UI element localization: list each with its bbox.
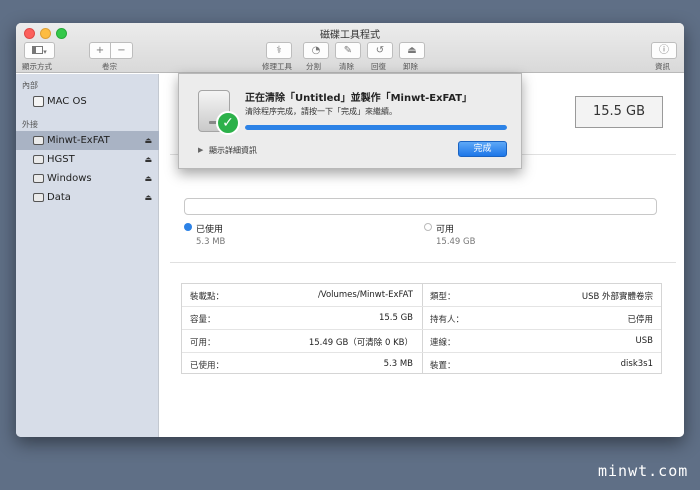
checkmark-icon: ✓: [216, 111, 240, 135]
sidebar-item-data[interactable]: Data ⏏: [16, 188, 159, 207]
sidebar-item-hgst[interactable]: HGST ⏏: [16, 150, 159, 169]
sidebar-item-label: MAC OS: [47, 96, 87, 107]
mount-point-value: /Volumes/Minwt-ExFAT: [317, 290, 413, 300]
table-row: 裝載點： /Volumes/Minwt-ExFAT 類型： USB 外部實體卷宗: [182, 284, 661, 307]
info-button[interactable]: ⓘ: [651, 42, 677, 59]
owners-key: 持有人：: [430, 315, 465, 325]
available-value: 15.49 GB（可清除 0 KB）: [308, 338, 413, 348]
partition-label: 分割: [306, 62, 321, 71]
info-label: 資訊: [655, 62, 670, 71]
used-legend-value: 5.3 MB: [196, 237, 226, 247]
sidebar-section-internal: 內部: [22, 81, 38, 90]
used-value: 5.3 MB: [383, 359, 413, 369]
sidebar: 內部 MAC OS 外接 Minwt-ExFAT ⏏ HGST ⏏ Window…: [16, 74, 159, 437]
usage-bar: [184, 198, 657, 215]
external-drive-icon: [33, 174, 44, 183]
sidebar-item-label: Data: [47, 192, 71, 203]
chevron-down-icon: ▾: [43, 48, 47, 56]
capacity-value: 15.5 GB: [378, 313, 413, 323]
view-control: ▾: [24, 42, 55, 59]
partition-control: ◔: [303, 42, 329, 59]
sidebar-item-windows[interactable]: Windows ⏏: [16, 169, 159, 188]
done-button[interactable]: 完成: [458, 141, 507, 157]
window-title: 磁碟工具程式: [320, 30, 380, 41]
unmount-control: ⏏: [399, 42, 425, 59]
available-key: 可用：: [190, 338, 216, 348]
device-value: disk3s1: [620, 359, 653, 369]
info-icon: ⓘ: [659, 45, 669, 56]
table-row: 可用： 15.49 GB（可清除 0 KB） 連線： USB: [182, 330, 661, 353]
pie-icon: ◔: [311, 45, 321, 56]
sidebar-item-mac-os[interactable]: MAC OS: [16, 92, 159, 111]
erase-control: ✎: [335, 42, 361, 59]
owners-value: 已停用: [627, 315, 653, 325]
pencil-icon: ✎: [343, 45, 353, 56]
volume-label: 卷宗: [102, 62, 117, 71]
used-legend-dot: [184, 223, 192, 231]
erase-label: 清除: [339, 62, 354, 71]
eject-icon[interactable]: ⏏: [144, 169, 152, 188]
view-label: 顯示方式: [22, 62, 52, 71]
used-legend-label: 已使用: [196, 225, 224, 235]
capacity-key: 容量：: [190, 315, 216, 325]
stethoscope-icon: ⚕: [276, 45, 282, 56]
mount-point-key: 裝載點：: [190, 292, 225, 302]
type-value: USB 外部實體卷宗: [581, 292, 653, 302]
disclosure-triangle-icon[interactable]: ▶: [198, 146, 203, 154]
unmount-label: 卸除: [403, 62, 418, 71]
used-key: 已使用：: [190, 361, 225, 371]
device-key: 裝置：: [430, 361, 456, 371]
type-key: 類型：: [430, 292, 456, 302]
restore-label: 回復: [371, 62, 386, 71]
connection-key: 連線：: [430, 338, 456, 348]
show-details-toggle[interactable]: 顯示詳細資訊: [209, 145, 257, 156]
sidebar-icon: [32, 46, 44, 54]
progress-fill: [245, 125, 507, 130]
partition-button[interactable]: ◔: [303, 42, 329, 59]
titlebar: 磁碟工具程式 ▾ 顯示方式 + − 卷宗 ⚕ 修理工具 ◔ 分割 ✎ 清除 ↺ …: [16, 23, 684, 73]
progress-bar: [245, 125, 507, 130]
divider: [170, 262, 676, 263]
unmount-icon: ⏏: [407, 45, 417, 56]
restore-arrow-icon: ↺: [375, 45, 385, 56]
sidebar-item-minwt-exfat[interactable]: Minwt-ExFAT ⏏: [16, 131, 159, 150]
table-row: 容量： 15.5 GB 持有人： 已停用: [182, 307, 661, 330]
info-table: 裝載點： /Volumes/Minwt-ExFAT 類型： USB 外部實體卷宗…: [181, 283, 662, 374]
external-drive-icon: [33, 155, 44, 164]
view-menu-button[interactable]: ▾: [24, 42, 55, 59]
first-aid-label: 修理工具: [262, 62, 292, 71]
eject-icon[interactable]: ⏏: [144, 150, 152, 169]
capacity-display: 15.5 GB: [575, 96, 663, 128]
volume-control: + −: [89, 42, 133, 59]
sheet-title: 正在清除「Untitled」並製作「Minwt-ExFAT」: [245, 93, 473, 104]
eject-icon[interactable]: ⏏: [144, 131, 152, 150]
remove-volume-button[interactable]: −: [111, 42, 133, 59]
watermark: minwt.com: [598, 462, 689, 480]
eject-icon[interactable]: ⏏: [144, 188, 152, 207]
erase-button[interactable]: ✎: [335, 42, 361, 59]
restore-control: ↺: [367, 42, 393, 59]
sidebar-item-label: HGST: [47, 154, 75, 165]
connection-value: USB: [635, 336, 653, 346]
table-row: 已使用： 5.3 MB 裝置： disk3s1: [182, 353, 661, 376]
info-control: ⓘ: [651, 42, 677, 59]
sidebar-item-label: Windows: [47, 173, 92, 184]
sheet-subtitle: 清除程序完成，請按一下「完成」來繼續。: [245, 107, 397, 116]
first-aid-control: ⚕: [266, 42, 292, 59]
erase-progress-sheet: ✓ 正在清除「Untitled」並製作「Minwt-ExFAT」 清除程序完成，…: [178, 73, 522, 169]
available-legend-value: 15.49 GB: [436, 237, 476, 247]
unmount-button[interactable]: ⏏: [399, 42, 425, 59]
first-aid-button[interactable]: ⚕: [266, 42, 292, 59]
sidebar-item-label: Minwt-ExFAT: [47, 135, 110, 146]
external-drive-icon: [33, 193, 44, 202]
restore-button[interactable]: ↺: [367, 42, 393, 59]
available-legend-dot: [424, 223, 432, 231]
external-drive-icon: [33, 136, 44, 145]
internal-disk-icon: [33, 96, 44, 107]
sidebar-section-external: 外接: [22, 120, 38, 129]
add-volume-button[interactable]: +: [89, 42, 111, 59]
available-legend-label: 可用: [436, 225, 455, 235]
